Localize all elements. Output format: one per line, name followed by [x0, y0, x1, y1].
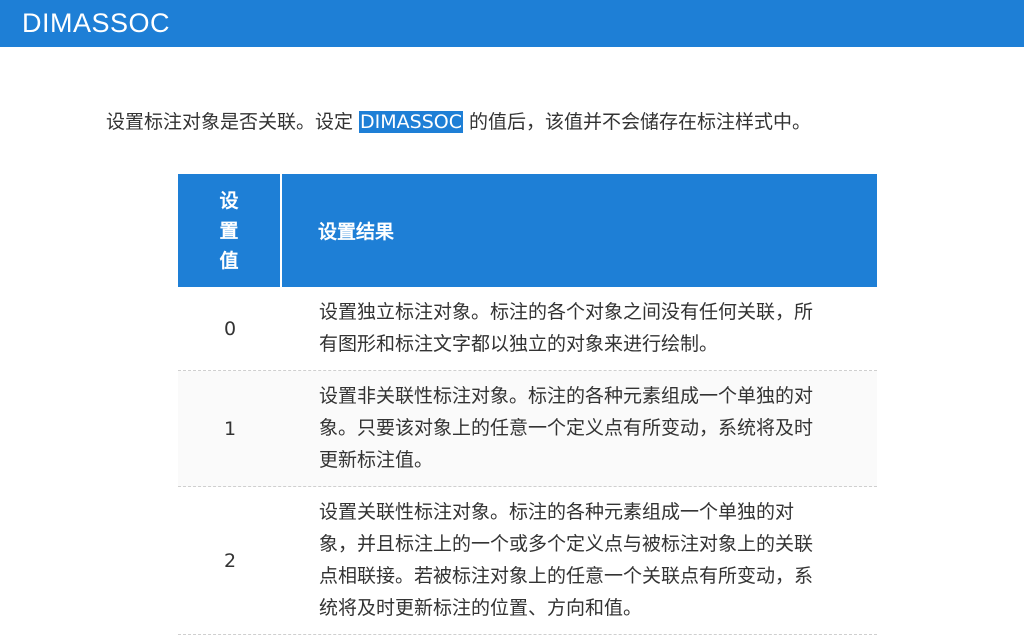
cell-value: 1 — [223, 417, 237, 440]
cell-result: 设置非关联性标注对象。标注的各种元素组成一个单独的对象。只要该对象上的任意一个定… — [319, 385, 814, 471]
cell-result: 设置独立标注对象。标注的各个对象之间没有任何关联，所有图形和标注文字都以独立的对… — [319, 301, 814, 355]
table-header: 设置值 设置结果 — [178, 174, 877, 287]
cell-value: 0 — [223, 317, 237, 340]
cell-value: 2 — [223, 549, 237, 572]
intro-paragraph: 设置标注对象是否关联。设定 DIMASSOC 的值后，该值并不会储存在标注样式中… — [106, 108, 811, 136]
table-row: 0 设置独立标注对象。标注的各个对象之间没有任何关联，所有图形和标注文字都以独立… — [178, 287, 877, 371]
page-title: DIMASSOC — [22, 8, 171, 38]
highlighted-variable[interactable]: DIMASSOC — [359, 111, 464, 133]
table-row: 1 设置非关联性标注对象。标注的各种元素组成一个单独的对象。只要该对象上的任意一… — [178, 371, 877, 487]
intro-text-before: 设置标注对象是否关联。设定 — [106, 111, 360, 133]
column-header-result: 设置结果 — [318, 221, 395, 243]
table-row: 2 设置关联性标注对象。标注的各种元素组成一个单独的对象，并且标注上的一个或多个… — [178, 487, 877, 635]
intro-text-after: 的值后，该值并不会储存在标注样式中。 — [463, 111, 812, 133]
column-header-value: 设置值 — [178, 174, 282, 287]
cell-result: 设置关联性标注对象。标注的各种元素组成一个单独的对象，并且标注上的一个或多个定义… — [319, 501, 814, 619]
header-bar: DIMASSOC — [0, 0, 1024, 47]
column-header-value-label: 设置值 — [219, 189, 239, 272]
settings-table: 设置值 设置结果 0 设置独立标注对象。标注的各个对象之间没有任何关联，所有图形… — [178, 174, 877, 635]
